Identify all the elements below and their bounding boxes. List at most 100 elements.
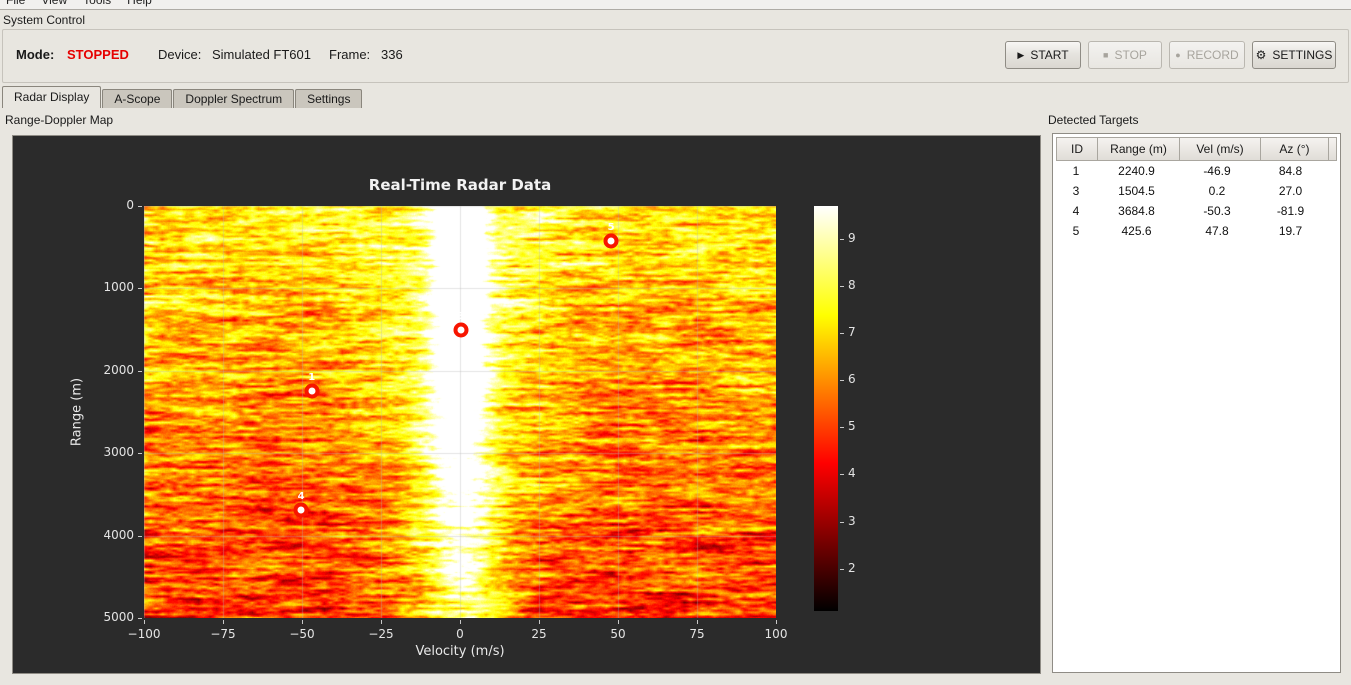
y-axis-label: Range (m)	[69, 377, 85, 447]
y-tick-mark	[138, 535, 142, 537]
x-tick-label: −75	[210, 627, 236, 641]
range-doppler-map-label: Range-Doppler Map	[5, 113, 114, 127]
x-tick-mark	[697, 620, 698, 624]
menu-item-file[interactable]: File	[6, 0, 25, 8]
colorbar-tick-label: 2	[848, 560, 856, 575]
y-tick-label: 2000	[103, 362, 134, 377]
target-marker-label: 5	[607, 222, 615, 234]
detected-targets-label: Detected Targets	[1048, 113, 1139, 127]
cell-vel-m-s: -50.3	[1203, 204, 1231, 218]
table-row[interactable]: 1 2240.9 -46.9 84.8	[1056, 161, 1337, 181]
cell-id: 5	[1072, 224, 1080, 238]
x-tick-mark	[460, 620, 461, 624]
x-tick-mark	[302, 620, 303, 624]
table-row[interactable]: 4 3684.8 -50.3 -81.9	[1056, 201, 1337, 221]
device-value: Simulated FT601	[212, 47, 311, 62]
button-label: RECORD	[1186, 48, 1239, 62]
y-tick-label: 1000	[103, 280, 134, 295]
cell-az: 27.0	[1278, 184, 1303, 198]
column-header-range-m[interactable]: Range (m)	[1097, 137, 1180, 161]
cell-vel-m-s: -46.9	[1203, 164, 1231, 178]
target-marker-label: 4	[297, 490, 305, 502]
cell-range-m: 425.6	[1121, 224, 1152, 238]
system-control-group-title: System Control	[3, 13, 86, 27]
start-button[interactable]: ▶ START	[1005, 41, 1081, 69]
mode-label: Mode:	[16, 47, 55, 62]
column-header-vel-m-s[interactable]: Vel (m/s)	[1179, 137, 1261, 161]
tab-doppler-spectrum[interactable]: Doppler Spectrum	[173, 89, 295, 108]
target-marker-label: 3	[457, 310, 465, 322]
y-tick-mark	[138, 206, 142, 207]
tab-settings[interactable]: Settings	[295, 89, 363, 108]
colorbar-tick-label: 7	[848, 325, 856, 340]
y-tick-mark	[138, 370, 142, 372]
record-icon: ●	[1175, 50, 1181, 60]
colorbar-tick-mark	[840, 427, 844, 429]
stop-button[interactable]: ■ STOP	[1088, 41, 1162, 69]
x-tick-label: 100	[764, 627, 788, 641]
menu-item-tools[interactable]: Tools	[83, 0, 111, 8]
cell-id: 4	[1072, 204, 1080, 218]
x-tick-mark	[618, 620, 619, 624]
tab-bar: Radar Display A-Scope Doppler Spectrum Sett…	[2, 86, 363, 108]
mode-value-badge: STOPPED	[67, 47, 129, 62]
colorbar	[814, 206, 838, 611]
colorbar-tick-mark	[840, 474, 844, 476]
button-label: START	[1030, 48, 1069, 62]
target-marker-label: 1	[308, 371, 316, 383]
x-tick-label: 75	[689, 627, 705, 641]
column-header-az[interactable]: Az (°)	[1260, 137, 1329, 161]
cell-az: -81.9	[1276, 204, 1305, 218]
record-button[interactable]: ● RECORD	[1169, 41, 1245, 69]
x-tick-label: 50	[610, 627, 626, 641]
table-header-row: ID Range (m) Vel (m/s) Az (°)	[1056, 137, 1337, 161]
x-tick-label: 25	[531, 627, 547, 641]
colorbar-tick-label: 4	[848, 466, 856, 481]
table-row[interactable]: 3 1504.5 0.2 27.0	[1056, 181, 1337, 201]
colorbar-tick-mark	[840, 568, 844, 570]
x-tick-mark	[144, 620, 145, 624]
colorbar-tick-label: 8	[848, 278, 856, 293]
colorbar-tick-label: 5	[848, 419, 856, 434]
menu-items: File View Tools Help	[0, 0, 1351, 8]
cell-az: 19.7	[1278, 224, 1303, 238]
colorbar-tick-mark	[840, 238, 844, 240]
range-doppler-plot-panel: Real-Time Radar Data Velocity (m/s) Rang…	[12, 135, 1041, 674]
colorbar-tick-mark	[840, 286, 844, 288]
column-header-blank	[1328, 137, 1337, 161]
cell-range-m: 3684.8	[1118, 204, 1155, 218]
plot-title: Real-Time Radar Data	[368, 176, 552, 194]
application-window: File View Tools Help System Control Mode: S…	[0, 0, 1351, 685]
control-button-group: ▶ START ■ STOP ● RECORD ⚙ SETTINGS	[1005, 41, 1336, 69]
cell-id: 1	[1072, 164, 1080, 178]
frame-label: Frame:	[329, 47, 371, 62]
detected-targets-table: ID Range (m) Vel (m/s) Az (°) 1 2240.9 -46.9 8…	[1052, 133, 1341, 673]
tab-radar-display[interactable]: Radar Display	[2, 86, 102, 108]
menu-item-view[interactable]: View	[41, 0, 67, 8]
range-doppler-heatmap	[144, 206, 776, 618]
y-tick-label: 5000	[103, 610, 134, 624]
device-label: Device:	[158, 47, 202, 62]
target-marker	[304, 383, 320, 399]
table-body: 1 2240.9 -46.9 84.8 3 1504.5 0.2 27.0 4 3684.8 -50…	[1056, 161, 1337, 241]
cell-range-m: 1504.5	[1118, 184, 1155, 198]
tab-a-scope[interactable]: A-Scope	[102, 89, 173, 108]
target-marker	[293, 502, 309, 518]
cell-az: 84.8	[1278, 164, 1303, 178]
column-header-id[interactable]: ID	[1056, 137, 1098, 161]
y-tick-label: 4000	[103, 527, 134, 542]
x-tick-label: 0	[456, 627, 464, 641]
colorbar-tick-label: 3	[848, 513, 856, 528]
menu-item-help[interactable]: Help	[127, 0, 152, 8]
cell-vel-m-s: 47.8	[1205, 224, 1229, 238]
colorbar-tick-mark	[840, 380, 844, 382]
menu-bar: File View Tools Help	[0, 0, 1351, 10]
settings-button[interactable]: ⚙ SETTINGS	[1252, 41, 1336, 69]
gear-icon: ⚙	[1255, 48, 1267, 62]
target-marker	[603, 233, 619, 249]
table-row[interactable]: 5 425.6 47.8 19.7	[1056, 221, 1337, 241]
x-axis-label: Velocity (m/s)	[415, 644, 505, 659]
cell-id: 3	[1072, 184, 1080, 198]
button-label: SETTINGS	[1272, 48, 1333, 62]
x-tick-mark	[776, 620, 777, 624]
